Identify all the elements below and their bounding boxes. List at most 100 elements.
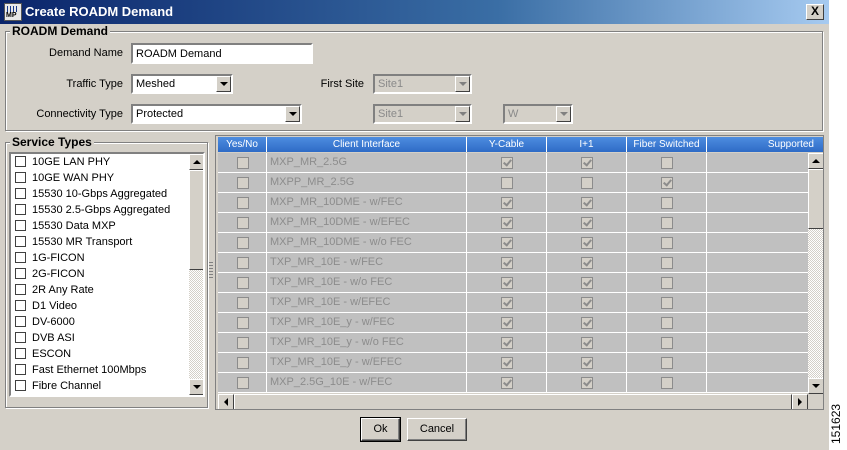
cell-yes-no [218,253,267,273]
row-checkbox [581,217,593,229]
cell-supported [707,233,808,253]
service-type-checkbox[interactable] [15,316,26,327]
scroll-down-button[interactable] [189,379,203,395]
row-checkbox [237,237,249,249]
service-type-item[interactable]: 2R Any Rate [15,284,94,300]
service-type-label: 15530 10-Gbps Aggregated [32,188,168,200]
table-horizontal-scrollbar[interactable] [218,394,808,409]
scroll-thumb[interactable] [808,169,823,229]
service-type-item[interactable]: Fast Ethernet 100Mbps [15,364,146,380]
chevron-down-icon[interactable] [216,76,231,92]
row-checkbox [237,157,249,169]
connectivity-type-select[interactable]: Protected [131,104,302,124]
column-header-y-cable[interactable]: Y-Cable [467,137,547,152]
title-bar[interactable]: MP Create ROADM Demand X [0,0,829,24]
cancel-button[interactable]: Cancel [407,418,467,441]
cell-yes-no [218,193,267,213]
service-type-item[interactable]: 10GE WAN PHY [15,172,114,188]
service-type-label: 2G-FICON [32,268,85,280]
ok-button[interactable]: Ok [360,417,401,442]
table-vertical-scrollbar[interactable] [808,153,823,394]
service-type-item[interactable]: 15530 10-Gbps Aggregated [15,188,167,204]
row-checkbox [501,377,513,389]
service-type-label: 10GE WAN PHY [32,172,115,184]
service-type-label: 15530 Data MXP [32,220,116,232]
row-checkbox [237,197,249,209]
cell-yes-no [218,293,267,313]
service-type-checkbox[interactable] [15,268,26,279]
service-type-label: 10GE LAN PHY [32,156,111,168]
row-checkbox [581,297,593,309]
scroll-down-button[interactable] [808,378,823,394]
service-type-item[interactable]: 2G-FICON [15,268,85,284]
service-types-list[interactable]: 10GE LAN PHY 10GE WAN PHY 15530 10-Gbps Ag… [9,152,205,397]
scroll-left-button[interactable] [218,394,234,409]
service-type-checkbox[interactable] [15,236,26,247]
cell-client-interface: MXPP_MR_2.5G [267,173,467,193]
chevron-down-icon [556,106,571,122]
scroll-right-button[interactable] [792,394,808,409]
service-type-checkbox[interactable] [15,348,26,359]
scroll-up-button[interactable] [808,153,823,169]
service-type-label: 1G-FICON [32,252,85,264]
row-checkbox [581,277,593,289]
scroll-up-button[interactable] [189,154,203,170]
row-checkbox [661,357,673,369]
column-header-client-interface[interactable]: Client Interface [267,137,467,152]
service-type-item[interactable]: D1 Video [15,300,77,316]
cell-y-cable [467,173,547,193]
row-checkbox [661,257,673,269]
cell-client-interface: TXP_MR_10E - w/o FEC [267,273,467,293]
splitter-grip-icon [209,262,213,280]
traffic-type-select[interactable]: Meshed [131,74,233,94]
demand-name-label: Demand Name [49,47,123,59]
service-type-checkbox[interactable] [15,332,26,343]
pane-splitter[interactable] [208,136,214,408]
scroll-thumb[interactable] [234,394,792,409]
cell-client-interface: TXP_MR_10E - w/EFEC [267,293,467,313]
row-checkbox [237,177,249,189]
column-header-fiber-switched[interactable]: Fiber Switched [627,137,707,152]
service-type-item[interactable]: 10GE LAN PHY [15,156,110,172]
row-checkbox [581,157,593,169]
service-type-checkbox[interactable] [15,284,26,295]
column-header-i-plus-1[interactable]: I+1 [547,137,627,152]
cell-client-interface: MXP_MR_10DME - w/o FEC [267,233,467,253]
close-button[interactable]: X [806,4,824,20]
row-checkbox [237,297,249,309]
service-type-checkbox[interactable] [15,188,26,199]
column-header-yes-no[interactable]: Yes/No [218,137,267,152]
scroll-thumb[interactable] [189,170,203,270]
service-type-checkbox[interactable] [15,172,26,183]
cell-client-interface: TXP_MR_10E - w/FEC [267,253,467,273]
service-type-item[interactable]: Fibre Channel [15,380,101,395]
column-header-supported[interactable]: Supported [707,137,823,152]
service-types-scrollbar[interactable] [189,154,203,395]
demand-name-input[interactable]: ROADM Demand [131,43,313,64]
service-type-checkbox[interactable] [15,380,26,391]
cell-fiber-switched [627,173,707,193]
cell-y-cable [467,293,547,313]
service-type-item[interactable]: 1G-FICON [15,252,85,268]
service-type-checkbox[interactable] [15,156,26,167]
service-types-title: Service Types [10,135,94,149]
window-title: Create ROADM Demand [25,4,174,19]
service-type-checkbox[interactable] [15,364,26,375]
side-value: W [508,108,519,120]
service-type-item[interactable]: DVB ASI [15,332,75,348]
row-checkbox [661,337,673,349]
cell-i-plus-1 [547,253,627,273]
service-type-checkbox[interactable] [15,300,26,311]
row-checkbox [237,277,249,289]
cell-yes-no [218,353,267,373]
service-type-checkbox[interactable] [15,220,26,231]
chevron-down-icon[interactable] [285,106,300,122]
service-type-item[interactable]: ESCON [15,348,71,364]
cell-y-cable [467,213,547,233]
service-type-item[interactable]: 15530 2.5-Gbps Aggregated [15,204,170,220]
service-type-item[interactable]: 15530 MR Transport [15,236,132,252]
service-type-checkbox[interactable] [15,252,26,263]
service-type-item[interactable]: DV-6000 [15,316,75,332]
service-type-checkbox[interactable] [15,204,26,215]
service-type-item[interactable]: 15530 Data MXP [15,220,116,236]
